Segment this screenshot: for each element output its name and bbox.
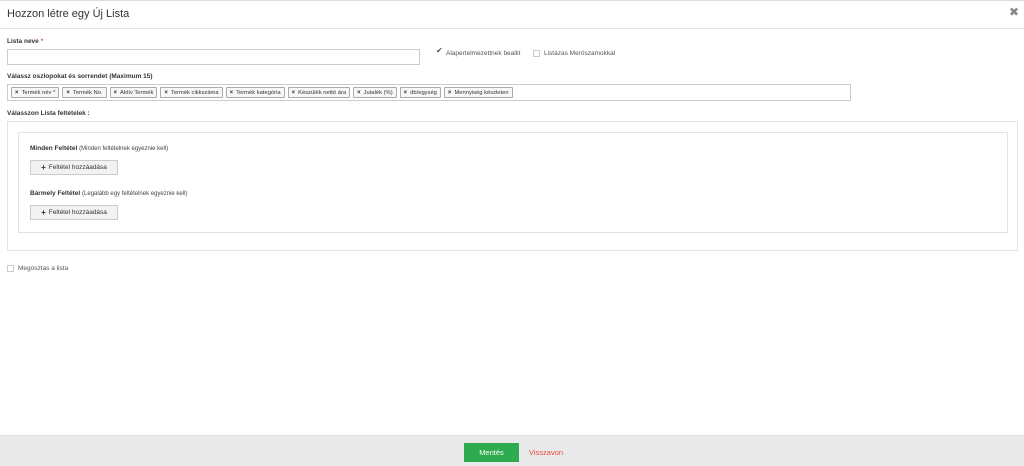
create-list-modal: Hozzon létre egy Új Lista ✖ Lista neve *… (0, 0, 1024, 466)
column-tag[interactable]: × db/egység (399, 87, 441, 98)
column-tag[interactable]: × Termék No. (62, 87, 107, 98)
add-all-condition-button[interactable]: + Feltétel hozzáadása (30, 160, 118, 175)
plus-icon: + (41, 208, 46, 217)
column-tag[interactable]: × Termék cikkszáma (160, 87, 223, 98)
conditions-label: Válasszon Lista feltételek : (7, 110, 90, 117)
column-tag[interactable]: × Készülék nettó ára (287, 87, 351, 98)
default-checkbox-label: Alapertelmezettnek beallit (446, 50, 521, 57)
save-button[interactable]: Mentés (464, 443, 519, 462)
any-conditions-title: Bármely Feltétel (Legalább egy feltételn… (30, 190, 188, 197)
remove-x-icon[interactable]: × (66, 90, 70, 96)
share-checkbox-label: Megosztas a lista (18, 265, 69, 272)
remove-x-icon[interactable]: × (114, 90, 118, 96)
column-tag-label: Készülék nettó ára (298, 89, 347, 96)
all-conditions-title: Minden Feltétel (Minden feltételnek egye… (30, 145, 169, 152)
column-tag-label: Termék No. (72, 89, 103, 96)
remove-x-icon[interactable]: × (164, 90, 168, 96)
any-conditions-subtitle: (Legalább egy feltételnek egyeznie kell) (82, 191, 188, 197)
close-icon[interactable]: ✖ (1009, 5, 1019, 19)
column-tag-label: Termék cikkszáma (170, 89, 219, 96)
all-conditions-subtitle: (Minden feltételnek egyeznie kell) (79, 146, 169, 152)
columns-label: Válassz oszlopokat és sorrendet (Maximum… (7, 73, 153, 80)
modal-title: Hozzon létre egy Új Lista (7, 8, 130, 20)
checkmark-icon: ✔ (436, 46, 443, 55)
cancel-link[interactable]: Visszavon (529, 448, 563, 457)
column-tag-label: db/egység (410, 89, 437, 96)
column-tag[interactable]: × Termék kategória (225, 87, 285, 98)
add-any-condition-button[interactable]: + Feltétel hozzáadása (30, 205, 118, 220)
share-checkbox-box[interactable] (7, 265, 14, 272)
modal-header: Hozzon létre egy Új Lista ✖ (0, 1, 1024, 29)
column-tag[interactable]: × Jutalék (%) (353, 87, 397, 98)
plus-icon: + (41, 163, 46, 172)
column-tag[interactable]: × Mennyiség készleten (443, 87, 513, 98)
column-tag-label: Termék név * (21, 89, 56, 96)
remove-x-icon[interactable]: × (230, 90, 234, 96)
columns-select[interactable]: × Termék név * × Termék No. × Aktív Termék × Te… (7, 84, 851, 101)
default-checkbox[interactable]: ✔ Alapertelmezettnek beallit (435, 46, 521, 57)
remove-x-icon[interactable]: × (404, 90, 408, 96)
column-tag[interactable]: × Termék név * (11, 87, 60, 98)
column-tag[interactable]: × Aktív Termék (109, 87, 158, 98)
remove-x-icon[interactable]: × (448, 90, 452, 96)
meters-checkbox[interactable]: Listázas Meröszamokkal (533, 50, 615, 57)
list-name-input[interactable] (7, 49, 420, 65)
conditions-panel: Minden Feltétel (Minden feltételnek egye… (7, 121, 1018, 251)
remove-x-icon[interactable]: × (292, 90, 296, 96)
modal-body: Lista neve * ✔ Alapertelmezettnek bealli… (0, 30, 1024, 436)
default-checkbox-box[interactable]: ✔ (435, 46, 443, 57)
column-tag-label: Aktív Termék (120, 89, 154, 96)
remove-x-icon[interactable]: × (357, 90, 361, 96)
share-checkbox[interactable]: Megosztas a lista (7, 265, 68, 272)
list-name-label: Lista neve * (7, 38, 44, 45)
remove-x-icon[interactable]: × (15, 90, 19, 96)
meters-checkbox-box[interactable] (533, 50, 540, 57)
required-mark: * (40, 38, 44, 45)
column-tag-label: Jutalék (%) (363, 89, 393, 96)
column-tag-label: Mennyiség készleten (454, 89, 509, 96)
meters-checkbox-label: Listázas Meröszamokkal (544, 50, 616, 57)
conditions-inner-panel: Minden Feltétel (Minden feltételnek egye… (18, 132, 1008, 233)
modal-footer: Mentés Visszavon (0, 435, 1024, 466)
column-tag-label: Termék kategória (236, 89, 281, 96)
